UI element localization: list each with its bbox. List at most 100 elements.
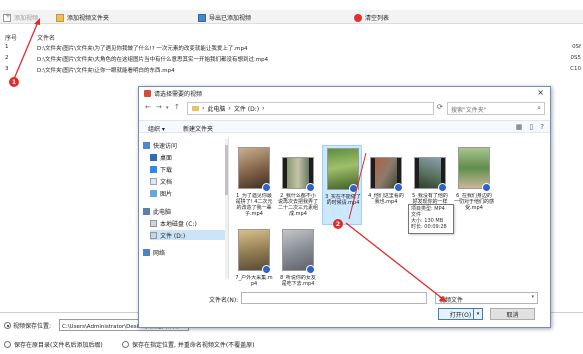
table-row[interactable]: 1 D:\文件夹\图片\文件夹\为了遇见你我做了什么!? 一次元素的改变就能让我…	[0, 44, 583, 54]
network-icon	[143, 248, 150, 256]
nav-this-pc[interactable]: 此电脑	[143, 206, 227, 216]
save-custom-radio[interactable]	[122, 341, 129, 348]
back-icon[interactable]: ←	[145, 103, 151, 111]
video-icon	[482, 183, 491, 192]
scrollbar-thumb[interactable]	[225, 145, 228, 195]
save-location-label: 视频保存位置:	[13, 323, 52, 330]
file-item[interactable]: 1_为了遇见你最是拼了! 4二次元的改造了我一辈子.mp4	[234, 145, 274, 225]
save-custom-option[interactable]: 保存在指定位置, 并重命名视频文件(不覆盖原)	[122, 340, 255, 349]
file-item[interactable]: 4_他们这里看的我也.mp4	[366, 145, 406, 225]
nav-drive-d[interactable]: 文件 (D:)	[150, 230, 228, 240]
drive-icon	[150, 231, 157, 239]
file-name: 3_实在不能做了的时候请.mp4	[325, 194, 361, 206]
main-toolbar: 添加视频 添加视频文件夹 导出已添加视频 清空列表	[0, 10, 583, 24]
chevron-down-icon[interactable]: ▾	[166, 105, 169, 111]
refresh-icon[interactable]: ⟳	[437, 103, 443, 111]
add-files-button[interactable]: 添加视频	[3, 12, 38, 22]
folder-icon	[56, 13, 64, 22]
column-header-name[interactable]: 文件名	[37, 33, 583, 43]
video-icon	[394, 183, 403, 192]
row-extra: 0S5	[570, 55, 582, 61]
open-button[interactable]: 打开(O) ▾	[438, 308, 483, 320]
tooltip-type: 项目类型: MP4 文件	[411, 206, 445, 218]
export-icon	[198, 13, 206, 22]
file-name: 6_在我们身边的一切对于他们的感受.mp4	[454, 193, 494, 211]
up-icon[interactable]: ↑	[174, 103, 180, 111]
filetype-select[interactable]: 视频文件 ▾	[435, 292, 538, 304]
download-icon	[150, 165, 157, 173]
search-icon: ⌕	[537, 104, 541, 112]
nav-quick-access[interactable]: 快速访问	[143, 140, 227, 150]
view-options-icon[interactable]: ▦	[516, 123, 523, 131]
video-icon	[262, 183, 271, 192]
file-grid: 1_为了遇见你最是拼了! 4二次元的改造了我一辈子.mp4 2_我什么都不小说再…	[231, 137, 549, 287]
breadcrumb-drive-d[interactable]: 文件 (D:)	[234, 104, 259, 113]
app-icon	[144, 90, 151, 97]
file-item[interactable]: 2_我什么都不小说再次去把我弄了二十二次三元素组成.mp4	[278, 145, 318, 225]
document-icon	[150, 177, 157, 185]
save-original-option[interactable]: 保存在原目录(文件名后添加后缀)	[4, 340, 103, 349]
desktop-icon	[150, 153, 157, 161]
video-icon	[349, 184, 358, 193]
file-tooltip: 项目类型: MP4 文件 大小: 130 MB 时长: 00:09:28	[408, 204, 454, 234]
preview-pane-icon[interactable]: ▯	[529, 123, 533, 131]
file-name: 8_听说你的女友是吃下去.mp4	[280, 275, 316, 287]
filename-input[interactable]	[241, 292, 427, 304]
annotation-badge-1: 1	[9, 77, 19, 87]
tooltip-duration: 时长: 00:09:28	[411, 224, 447, 230]
add-folder-button[interactable]: 添加视频文件夹	[56, 13, 109, 22]
row-filename: D:\文件夹\图片\文件夹\大角色的在这组图片当中有什么意思其实一开始我们都没有…	[37, 57, 269, 63]
row-extra: C10	[570, 66, 581, 72]
export-list-button[interactable]: 导出已添加视频	[198, 13, 251, 22]
filename-label: 文件名(N):	[209, 297, 239, 304]
folder-icon	[192, 106, 199, 111]
address-bar[interactable]: › 此电脑 › 文件 (D:) ›	[187, 102, 434, 115]
picture-icon	[150, 189, 157, 197]
organize-menu[interactable]: 组织 ▾	[148, 124, 165, 133]
column-header-no[interactable]: 序号	[0, 33, 37, 43]
search-placeholder: 搜索"文件夹"	[451, 107, 487, 114]
star-icon	[143, 141, 150, 149]
file-name: 4_他们这里看的我也.mp4	[368, 193, 404, 205]
file-name: 1_为了遇见你最是拼了! 4二次元的改造了我一辈子.mp4	[235, 193, 273, 217]
dialog-command-bar: 组织 ▾ 新建文件夹 ▦ ▯ ?	[139, 120, 550, 133]
nav-pictures[interactable]: 图片 ✦	[150, 188, 228, 198]
file-item-selected[interactable]: 3_实在不能做了的时候请.mp4	[322, 145, 362, 225]
save-location-radio[interactable]	[4, 322, 11, 329]
nav-scrollbar[interactable]	[225, 139, 228, 279]
video-icon	[262, 265, 271, 274]
save-original-radio[interactable]	[4, 341, 11, 348]
clear-list-button[interactable]: 清空列表	[354, 13, 389, 22]
file-item[interactable]: 6_在我们身边的一切对于他们的感受.mp4	[454, 145, 494, 225]
row-filename: D:\文件夹\图片\文件夹\让你一眼就能看明白的东西.mp4	[37, 68, 175, 74]
navigation-pane: 快速访问 桌面 ✦ 下载 ✦ 文档 ✦ 图片 ✦ 此电脑 本地磁盘 (C:)	[141, 137, 229, 279]
nav-desktop[interactable]: 桌面 ✦	[150, 152, 228, 162]
nav-drive-c[interactable]: 本地磁盘 (C:)	[150, 218, 228, 228]
row-number: 3	[5, 66, 9, 72]
forward-icon[interactable]: →	[156, 103, 162, 111]
drive-icon	[150, 219, 157, 227]
breadcrumb-this-pc[interactable]: 此电脑	[207, 104, 225, 113]
clear-icon	[354, 13, 362, 22]
table-header: 序号 文件名	[0, 33, 583, 43]
new-folder-button[interactable]: 新建文件夹	[183, 124, 213, 133]
dialog-titlebar: 请选择需要的视频 ×	[139, 87, 550, 100]
help-icon[interactable]: ?	[540, 123, 544, 131]
annotation-badge-2: 2	[333, 219, 343, 229]
nav-documents[interactable]: 文档 ✦	[150, 176, 228, 186]
file-name: 2_我什么都不小说再次去把我弄了二十二次三元素组成.mp4	[278, 193, 318, 217]
open-split-chevron-icon[interactable]: ▾	[473, 309, 482, 319]
search-input[interactable]: 搜索"文件夹" ⌕	[447, 102, 545, 115]
cancel-button[interactable]: 取消	[490, 308, 535, 320]
close-icon[interactable]: ×	[537, 88, 544, 97]
nav-downloads[interactable]: 下载 ✦	[150, 164, 228, 174]
file-name: 7_户外大采集.mp4	[235, 275, 273, 287]
chevron-down-icon: ▾	[531, 294, 534, 300]
row-filename: D:\文件夹\图片\文件夹\为了遇见你我做了什么!? 一次元素的改变就能让我爱上…	[37, 46, 248, 52]
nav-network[interactable]: 网络	[143, 247, 227, 257]
table-row[interactable]: 3 D:\文件夹\图片\文件夹\让你一眼就能看明白的东西.mp4 C10	[0, 66, 583, 76]
video-icon	[306, 265, 315, 274]
table-row[interactable]: 2 D:\文件夹\图片\文件夹\大角色的在这组图片当中有什么意思其实一开始我们都…	[0, 55, 583, 65]
dialog-navbar: ← → ▾ ↑ › 此电脑 › 文件 (D:) › ⟳ 搜索"文件夹" ⌕	[139, 102, 550, 116]
row-number: 2	[5, 55, 9, 61]
